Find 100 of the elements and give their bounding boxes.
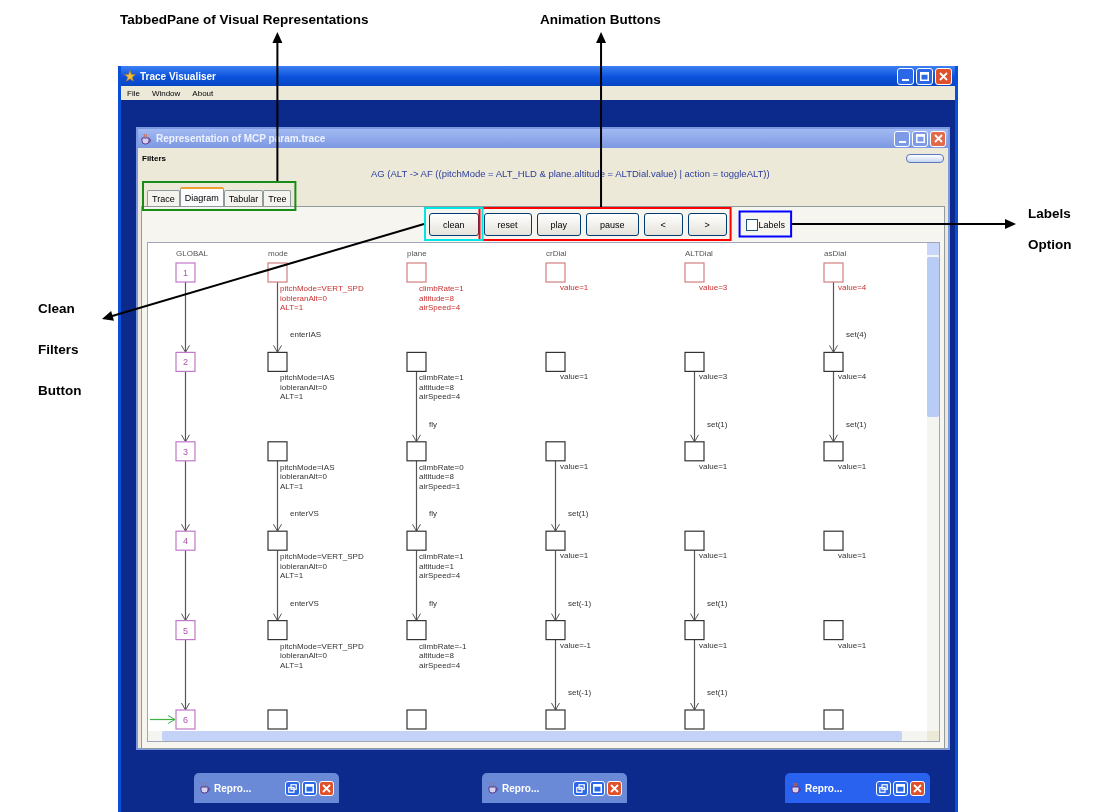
state-values: climbRate=1 altitude=1 airSpeed=4 (419, 552, 464, 581)
state-values: value=1 (560, 283, 589, 292)
state-values: pitchMode=VERT_SPD iobleranAlt=0 ALT=1 (280, 552, 364, 581)
close-icon (610, 783, 619, 793)
state-values: pitchMode=IAS iobleranAlt=0 ALT=1 (280, 462, 335, 491)
transition-arrow (273, 281, 282, 353)
transition-arrow (412, 460, 421, 532)
close-button[interactable] (607, 780, 622, 796)
transition-label: fly (429, 509, 437, 519)
minimize-icon (902, 78, 909, 81)
window-title: Trace Visualiser (140, 70, 217, 82)
close-button[interactable] (319, 780, 334, 796)
maximize-button[interactable] (893, 780, 908, 796)
state-values: pitchMode=IAS iobleranAlt=0 ALT=1 (280, 373, 335, 402)
state-values: value=1 (838, 551, 867, 561)
maximize-icon (915, 134, 925, 143)
state-node: 3 (175, 441, 196, 462)
state-node: 1 (175, 262, 196, 283)
menu-item[interactable]: File (127, 88, 140, 98)
maximize-icon (896, 783, 905, 793)
transition-label: set(4) (846, 330, 867, 340)
transition-label: enterVS (290, 598, 319, 608)
close-icon (939, 71, 948, 81)
state-values: value=1 (699, 461, 728, 471)
transition-label: set(-1) (568, 688, 592, 697)
transition-arrow (181, 639, 190, 711)
toolbar-button[interactable]: > (687, 213, 727, 236)
maximize-button[interactable] (916, 67, 933, 85)
transition-arrow (181, 281, 190, 353)
restore-icon (576, 783, 585, 793)
transition-label: fly (429, 598, 437, 608)
state-values: pitchMode=VERT_SPD iobleranAlt=0 ALT=1 (280, 284, 364, 312)
star-icon (124, 70, 136, 82)
state-values: climbRate=0 altitude=8 airSpeed=1 (419, 462, 464, 491)
state-node: 5 (175, 620, 196, 641)
tab[interactable]: Diagram (179, 187, 224, 206)
close-button[interactable] (930, 130, 946, 147)
close-icon (933, 134, 943, 143)
state-values: value=1 (838, 461, 867, 471)
vertical-scrollbar[interactable] (927, 243, 939, 731)
maximize-button[interactable] (302, 780, 317, 796)
minimized-window[interactable]: Repro... (785, 773, 930, 803)
maximize-icon (593, 783, 602, 793)
toolbar-button[interactable]: reset (483, 213, 532, 236)
horizontal-scrollbar[interactable] (148, 731, 927, 741)
state-values: climbRate=-1 altitude=8 airSpeed=4 (419, 641, 467, 670)
state-values: value=3 (699, 372, 728, 382)
state-values: value=-1 (560, 640, 591, 650)
state-values: value=1 (838, 640, 867, 650)
state-values: value=1 (699, 551, 728, 561)
toolbar-button[interactable]: pause (586, 213, 639, 236)
lane-title: mode (268, 249, 288, 258)
toolbar-button[interactable]: play (536, 213, 582, 236)
transition-arrow (551, 460, 560, 532)
lane-title: GLOBAL (176, 249, 208, 258)
toolbar-button[interactable]: clean (429, 213, 479, 236)
annotation-label: TabbedPane of Visual Representations (120, 12, 369, 27)
close-button[interactable] (935, 67, 952, 85)
checkbox[interactable] (745, 218, 758, 231)
restore-icon (288, 783, 297, 793)
menu-item[interactable]: Window (151, 88, 181, 98)
transition-label: set(-1) (568, 598, 592, 608)
toolbar-button[interactable]: < (643, 213, 683, 236)
minimize-button[interactable] (897, 67, 914, 85)
maximize-icon (305, 783, 314, 793)
transition-arrow (551, 639, 560, 711)
checkbox-label: Labels (758, 219, 786, 230)
transition-label: set(1) (707, 598, 728, 608)
maximize-button[interactable] (912, 130, 928, 147)
state-values: value=4 (838, 283, 867, 292)
filters-label: Filters (142, 154, 166, 163)
cup-icon (487, 782, 499, 794)
maximize-button[interactable] (590, 780, 605, 796)
tab[interactable]: Tree (263, 190, 292, 206)
transition-label: fly (429, 419, 437, 429)
tab[interactable]: Trace (147, 190, 180, 206)
minimize-icon (898, 141, 906, 143)
state-values: value=4 (838, 372, 867, 382)
lane-title: crDial (546, 249, 567, 258)
transition-arrow (690, 639, 699, 711)
close-icon (913, 783, 922, 793)
collapse-button[interactable] (906, 154, 944, 163)
transition-arrow (273, 460, 282, 532)
lane-title: plane (407, 249, 427, 258)
restore-button[interactable] (876, 780, 891, 796)
state-values: climbRate=1 altitude=8 airSpeed=4 (419, 373, 464, 402)
restore-button[interactable] (573, 780, 588, 796)
menu-item[interactable]: About (192, 88, 214, 98)
scrollbar-corner (927, 731, 939, 741)
minimize-button[interactable] (894, 130, 910, 147)
window-title: Repro... (502, 782, 541, 794)
restore-button[interactable] (285, 780, 300, 796)
cup-icon (199, 782, 211, 794)
lane-title: ALTDial (685, 249, 713, 258)
restore-icon (879, 783, 888, 793)
transition-label: set(1) (707, 688, 728, 697)
transition-label: enterVS (290, 509, 319, 519)
tab[interactable]: Tabular (223, 190, 264, 206)
lane-title: asDial (824, 249, 847, 258)
close-button[interactable] (910, 780, 925, 796)
